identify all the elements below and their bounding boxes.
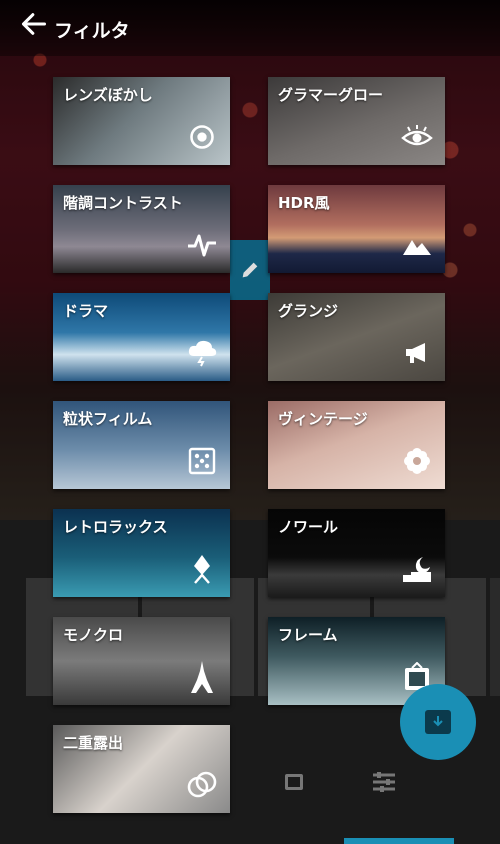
filter-vintage[interactable]: ヴィンテージ (268, 401, 445, 489)
filter-lens-blur[interactable]: レンズぼかし (53, 77, 230, 165)
mountain-icon (401, 229, 433, 261)
tower-icon (186, 661, 218, 693)
filter-glamour-glow[interactable]: グラマーグロー (268, 77, 445, 165)
filter-noir[interactable]: ノワール (268, 509, 445, 597)
dice-icon (186, 445, 218, 477)
filter-label: レンズぼかし (63, 86, 153, 104)
filter-drama[interactable]: ドラマ (53, 293, 230, 381)
megaphone-icon (401, 337, 433, 369)
filter-grain-film[interactable]: 粒状フィルム (53, 401, 230, 489)
filter-label: HDR風 (278, 194, 330, 212)
filter-tone-contrast[interactable]: 階調コントラスト (53, 185, 230, 273)
filter-label: モノクロ (63, 626, 124, 644)
sliders-icon[interactable] (370, 768, 398, 796)
target-icon (186, 121, 218, 153)
filter-label: 粒状フィルム (63, 410, 153, 428)
tab-indicator (344, 838, 454, 844)
drop-icon (186, 553, 218, 585)
page-title: フィルタ (54, 20, 130, 42)
filter-monochrome[interactable]: モノクロ (53, 617, 230, 705)
save-fab-button[interactable] (400, 684, 476, 760)
pulse-icon (186, 229, 218, 261)
filter-label: グランジ (278, 302, 339, 320)
storm-cloud-icon (186, 337, 218, 369)
filter-retrolux[interactable]: レトロラックス (53, 509, 230, 597)
filter-label: レトロラックス (63, 518, 168, 536)
eye-icon (401, 121, 433, 153)
filter-label: ドラマ (63, 302, 109, 320)
pencil-icon[interactable] (230, 240, 270, 300)
filter-hdr[interactable]: HDR風 (268, 185, 445, 273)
filter-label: フレーム (278, 626, 338, 644)
arrow-left-icon[interactable] (20, 10, 50, 40)
filter-label: ノワール (278, 518, 339, 536)
filter-label: ヴィンテージ (278, 410, 368, 428)
filter-grunge[interactable]: グランジ (268, 293, 445, 381)
double-circle-icon (186, 769, 218, 801)
filter-label: グラマーグロー (278, 86, 384, 104)
filter-double-exposure[interactable]: 二重露出 (53, 725, 230, 813)
download-icon (425, 710, 451, 734)
filter-label: 二重露出 (63, 734, 124, 752)
flower-icon (401, 445, 433, 477)
film-icon[interactable] (280, 768, 308, 796)
filter-label: 階調コントラスト (63, 194, 183, 212)
night-icon (401, 553, 433, 585)
